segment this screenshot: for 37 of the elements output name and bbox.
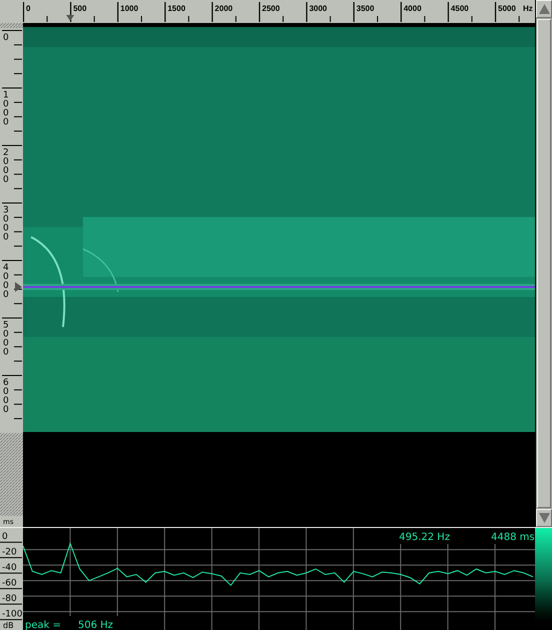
time-readout: 4488 ms xyxy=(491,532,535,543)
db-label: 0 xyxy=(2,532,8,542)
time-label: 2000 xyxy=(3,148,9,185)
unit-label: Hz xyxy=(523,4,533,13)
scroll-down-button[interactable] xyxy=(536,509,552,527)
frequency-label: 4500 xyxy=(450,4,469,13)
db-label: -40 xyxy=(2,563,17,574)
db-label: -60 xyxy=(2,578,17,589)
frequency-label: 500 xyxy=(73,4,87,13)
down-arrow-icon xyxy=(538,513,550,523)
peak-label: peak = xyxy=(25,620,61,630)
time-label: 5000 xyxy=(3,320,9,358)
db-label: -100 xyxy=(2,610,22,620)
time-label: 3000 xyxy=(3,206,9,242)
scroll-thumb[interactable] xyxy=(537,19,551,508)
db-label: -80 xyxy=(2,594,17,604)
unit-label: dB xyxy=(3,621,14,630)
frequency-label: 3500 xyxy=(356,4,374,13)
scroll-up-button[interactable] xyxy=(536,0,552,18)
frequency-label: 2500 xyxy=(262,4,280,13)
peak-value: 506 Hz xyxy=(78,620,114,630)
time-label: 0 xyxy=(3,33,9,43)
frequency-label: 0 xyxy=(26,4,30,13)
cursor-marker-icon[interactable] xyxy=(66,15,74,21)
frequency-readout: 495.22 Hz xyxy=(399,532,450,543)
frequency-label: 3000 xyxy=(309,4,327,13)
db-label: -20 xyxy=(2,548,17,558)
time-label: 1000 xyxy=(3,90,9,128)
up-arrow-icon xyxy=(538,4,550,14)
frequency-label: 1000 xyxy=(120,4,138,13)
time-label: 4000 xyxy=(3,263,9,300)
frequency-label: 4000 xyxy=(404,4,422,13)
hatched-area xyxy=(0,23,23,28)
time-label: 6000 xyxy=(3,378,9,415)
frequency-label: 1500 xyxy=(168,4,186,13)
frequency-label: 2000 xyxy=(214,4,233,13)
frequency-label: 5000 xyxy=(498,4,516,13)
